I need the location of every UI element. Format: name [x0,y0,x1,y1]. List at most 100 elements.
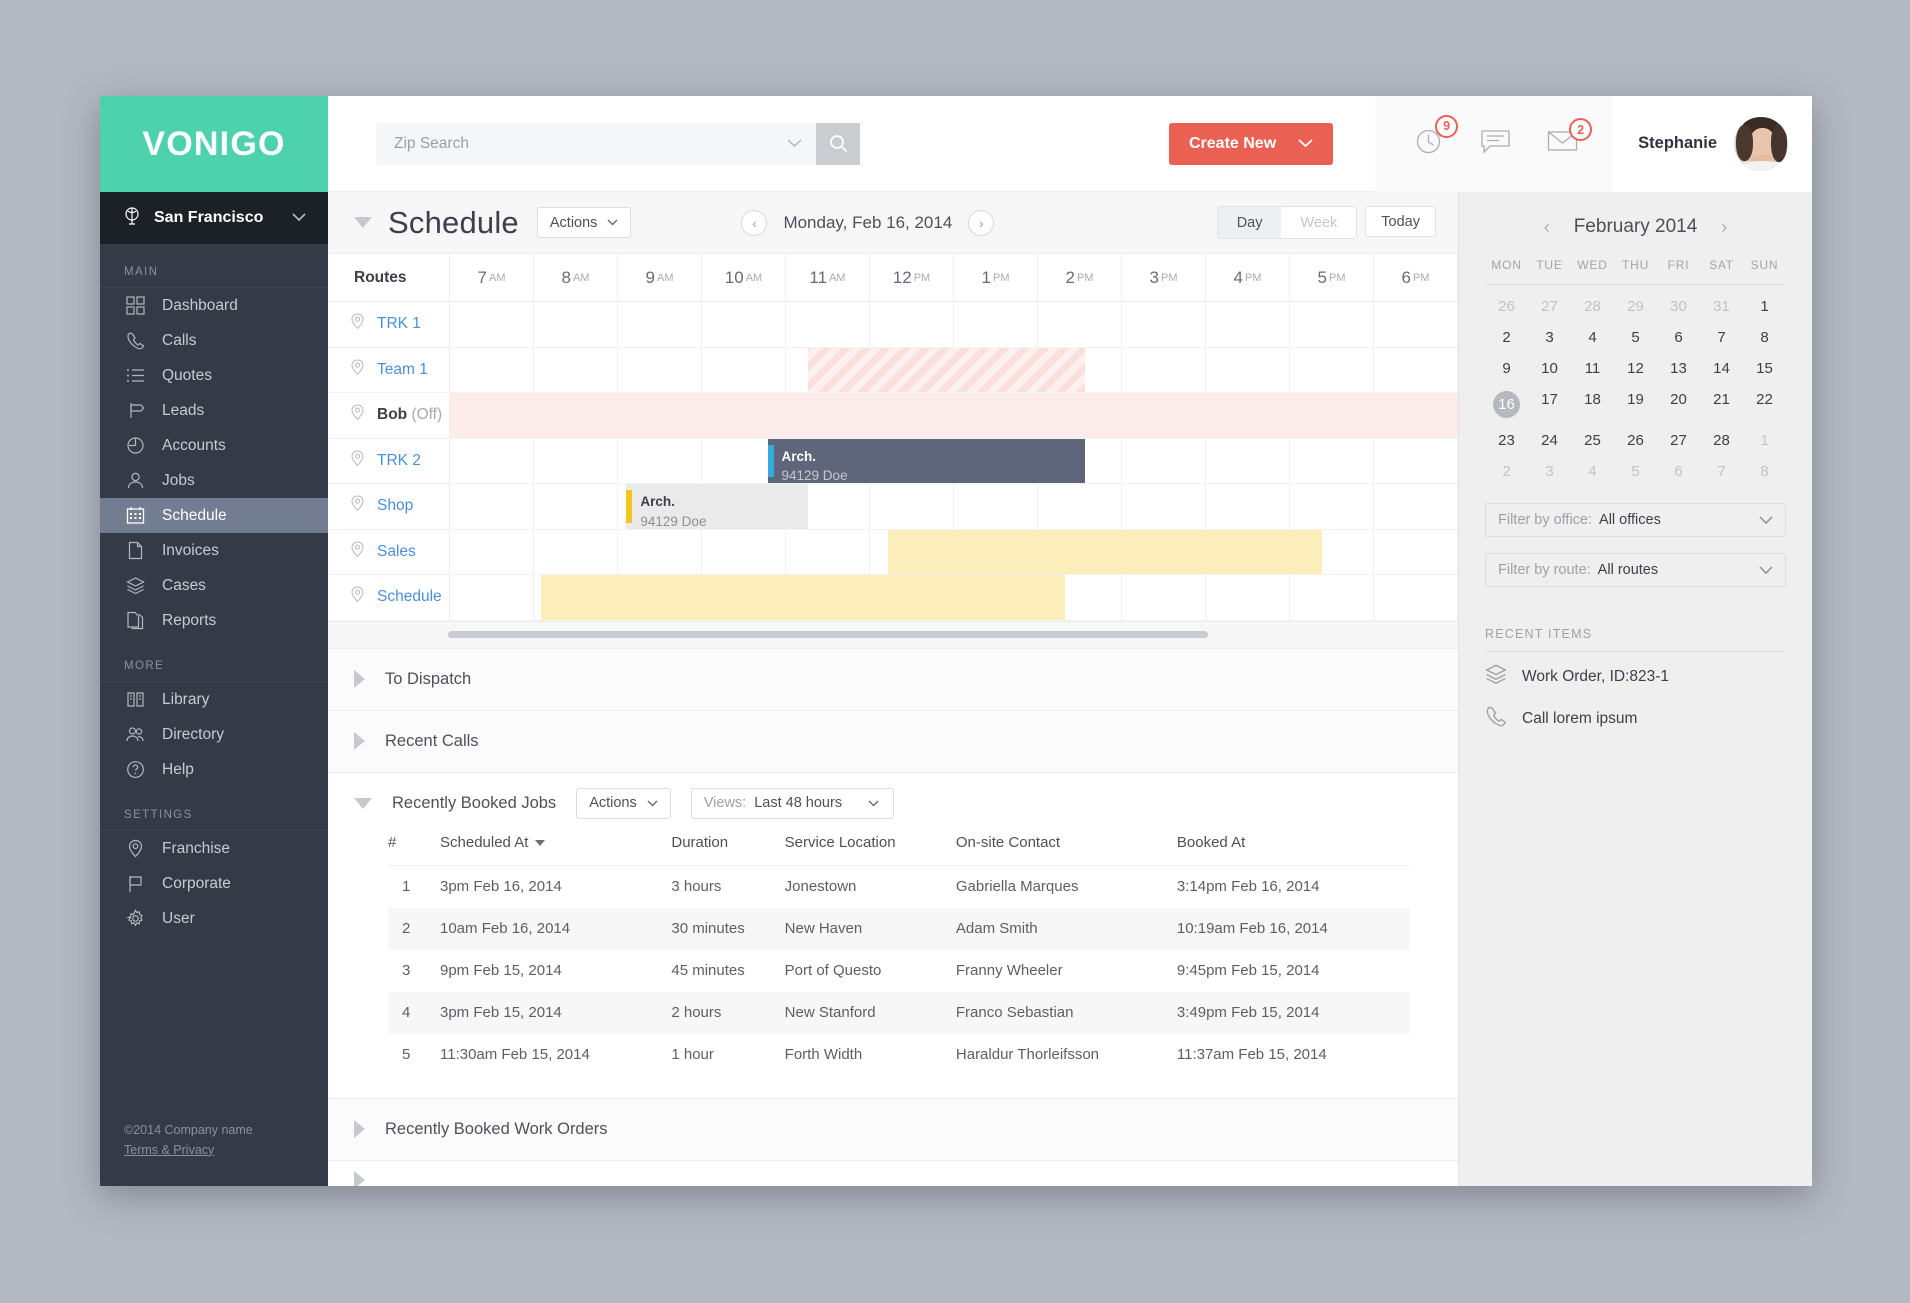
schedule-event[interactable] [807,347,1086,392]
time-cell[interactable] [786,302,870,347]
time-cell[interactable] [1374,575,1458,620]
time-cell[interactable] [1206,438,1290,483]
chat-icon[interactable] [1480,128,1511,160]
column-header[interactable]: On-site Contact [956,834,1177,866]
sidebar-item-reports[interactable]: Reports [100,603,328,638]
sidebar-item-jobs[interactable]: Jobs [100,463,328,498]
calendar-next-icon[interactable]: › [1721,217,1727,238]
logo[interactable]: VONIGO [100,96,328,192]
column-header[interactable]: # [388,834,440,866]
calendar-day[interactable]: 28 [1571,291,1614,322]
time-cell[interactable] [534,347,618,392]
schedule-event[interactable] [888,529,1322,574]
time-cell[interactable] [1206,347,1290,392]
calendar-day[interactable]: 6 [1657,322,1700,353]
time-cell[interactable] [1290,484,1374,529]
time-cell[interactable] [450,302,534,347]
calendar-day[interactable]: 2 [1485,456,1528,487]
office-selector[interactable]: San Francisco [100,192,328,244]
calendar-day[interactable]: 28 [1700,425,1743,456]
calendar-day[interactable]: 9 [1485,353,1528,384]
column-header[interactable]: Booked At [1177,834,1410,866]
expand-icon[interactable] [354,732,365,750]
schedule-actions-button[interactable]: Actions [536,207,632,238]
table-row[interactable]: 2 10am Feb 16, 2014 30 minutes New Haven Ada… [388,907,1410,950]
time-cell[interactable] [702,529,786,574]
horizontal-scroll-track[interactable] [328,620,1458,648]
envelope-icon[interactable]: 2 [1547,118,1593,158]
route-timeline[interactable] [450,302,1458,347]
table-row[interactable]: 5 11:30am Feb 15, 2014 1 hour Forth Width Ha… [388,1034,1410,1076]
calendar-day[interactable]: 8 [1743,456,1786,487]
calendar-day[interactable]: 19 [1614,384,1657,425]
route-label[interactable]: TRK 1 [328,302,450,347]
time-cell[interactable] [1374,302,1458,347]
sidebar-item-corporate[interactable]: Corporate [100,866,328,901]
calendar-day[interactable]: 26 [1614,425,1657,456]
sidebar-item-directory[interactable]: Directory [100,717,328,752]
time-cell[interactable] [1206,302,1290,347]
time-cell[interactable] [1374,484,1458,529]
calendar-day[interactable]: 25 [1571,425,1614,456]
route-label[interactable]: Schedule [328,575,450,620]
sidebar-item-calls[interactable]: Calls [100,323,328,358]
calendar-day[interactable]: 5 [1614,322,1657,353]
prev-day-button[interactable]: ‹ [741,209,768,236]
time-cell[interactable] [1038,484,1122,529]
column-header[interactable]: Scheduled At [440,834,671,866]
time-cell[interactable] [702,347,786,392]
time-cell[interactable] [870,484,954,529]
calendar-day[interactable]: 8 [1743,322,1786,353]
time-cell[interactable] [534,302,618,347]
time-cell[interactable] [954,302,1038,347]
create-new-button[interactable]: Create New [1168,122,1334,165]
chevron-down-icon[interactable] [292,209,306,227]
time-cell[interactable] [1122,575,1206,620]
sidebar-item-invoices[interactable]: Invoices [100,533,328,568]
calendar-day[interactable]: 15 [1743,353,1786,384]
time-cell[interactable] [1122,438,1206,483]
calendar-day[interactable]: 7 [1700,456,1743,487]
route-timeline[interactable] [450,347,1458,392]
time-cell[interactable] [450,347,534,392]
search-box[interactable] [376,122,816,165]
user-menu[interactable]: Stephanie [1612,96,1812,192]
route-label[interactable]: Shop [328,484,450,529]
calendar-day[interactable]: 14 [1700,353,1743,384]
route-label[interactable]: Team 1 [328,347,450,392]
panel-extra[interactable] [328,1159,1458,1186]
time-cell[interactable] [1374,438,1458,483]
chevron-down-icon[interactable] [787,135,802,153]
time-cell[interactable] [1122,302,1206,347]
route-timeline[interactable]: Arch. 94129 Doe [450,484,1458,529]
time-cell[interactable] [1374,529,1458,574]
calendar-day[interactable]: 26 [1485,291,1528,322]
schedule-event[interactable]: Arch. 94129 Doe [767,438,1086,483]
time-cell[interactable] [1038,302,1122,347]
terms-privacy-link[interactable]: Terms & Privacy [124,1143,214,1157]
tab-week[interactable]: Week [1281,207,1357,238]
sidebar-item-schedule[interactable]: Schedule [100,498,328,533]
calendar-day[interactable]: 20 [1657,384,1700,425]
time-cell[interactable] [450,484,534,529]
calendar-day[interactable]: 12 [1614,353,1657,384]
time-cell[interactable] [954,484,1038,529]
time-cell[interactable] [870,302,954,347]
horizontal-scroll-thumb[interactable] [448,631,1208,638]
time-cell[interactable] [1122,484,1206,529]
recent-item-work-order[interactable]: Work Order, ID:823-1 [1485,652,1786,694]
collapse-icon[interactable] [354,797,372,809]
calendar-day[interactable]: 5 [1614,456,1657,487]
time-cell[interactable] [534,484,618,529]
recent-item-call[interactable]: Call lorem ipsum [1485,694,1786,736]
calendar-day[interactable]: 3 [1528,456,1571,487]
clock-icon[interactable]: 9 [1413,114,1459,162]
time-cell[interactable] [786,529,870,574]
route-timeline[interactable]: Arch. 94129 Doe [450,438,1458,483]
time-cell[interactable] [618,302,702,347]
column-header[interactable]: Duration [671,834,784,866]
calendar-day[interactable]: 29 [1614,291,1657,322]
filter-by-route[interactable]: Filter by route: All routes [1485,553,1786,587]
sidebar-item-franchise[interactable]: Franchise [100,831,328,866]
calendar-day[interactable]: 21 [1700,384,1743,425]
